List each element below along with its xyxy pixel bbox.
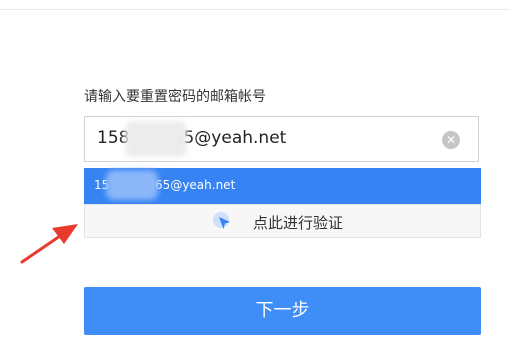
top-divider <box>0 9 510 10</box>
next-step-button[interactable]: 下一步 <box>84 287 481 335</box>
cursor-shield-icon <box>213 212 230 229</box>
redaction-blur <box>106 170 158 200</box>
verify-label: 点此进行验证 <box>253 214 344 232</box>
redaction-blur <box>125 121 187 157</box>
email-field[interactable]: 158 65@yeah.net ✕ <box>84 116 479 162</box>
email-field-label: 请输入要重置密码的邮箱帐号 <box>84 89 266 105</box>
email-suggestion-item[interactable]: 15 465@yeah.net <box>84 168 481 204</box>
clear-icon[interactable]: ✕ <box>442 131 460 149</box>
verify-button[interactable]: 点此进行验证 <box>84 204 481 238</box>
